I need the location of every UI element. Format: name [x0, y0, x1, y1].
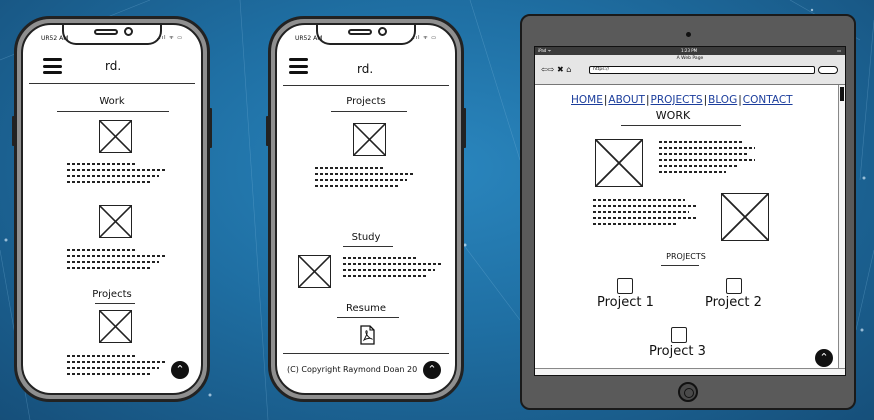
section-underline [95, 303, 135, 304]
browser-search-field[interactable] [818, 66, 838, 74]
placeholder-text-block [659, 141, 755, 177]
section-underline [343, 246, 393, 247]
phone-mockup-1: UR52 AM ..ıl ᯤ ▭ rd. Work Projects ⌃ [12, 16, 212, 402]
placeholder-text-block [593, 199, 697, 229]
section-underline [57, 111, 169, 112]
nav-link-blog[interactable]: BLOG [708, 94, 737, 106]
horizontal-scrollbar[interactable] [535, 368, 845, 375]
section-title-projects: Projects [92, 289, 132, 300]
placeholder-text-block [67, 355, 167, 379]
hamburger-menu-icon[interactable] [43, 58, 62, 74]
tablet-camera [686, 32, 691, 37]
copyright-text: (C) Copyright Raymond Doan 20 [287, 365, 418, 374]
status-time: 1:23 PM [681, 48, 698, 53]
phone-notch [316, 25, 416, 45]
status-icons: ..ıl ᯤ ▭ [156, 35, 183, 41]
nav-link-about[interactable]: ABOUT [608, 94, 645, 106]
scroll-to-top-button[interactable]: ⌃ [815, 349, 833, 367]
nav-link-projects[interactable]: PROJECTS [651, 94, 703, 106]
section-title-work: Work [99, 96, 125, 107]
phone-screen: UR52 AM ..ıl ᯤ ▭ rd. Work Projects ⌃ [21, 23, 203, 395]
image-placeholder [298, 255, 331, 288]
browser-page-title: A Web Page [676, 56, 704, 61]
section-title-projects: PROJECTS [666, 252, 706, 261]
section-title-study: Study [351, 232, 381, 243]
section-underline [621, 125, 741, 126]
image-placeholder [99, 205, 132, 238]
section-title-projects: Projects [346, 96, 386, 107]
status-time: UR52 AM [295, 35, 323, 42]
brand-logo[interactable]: rd. [357, 62, 373, 76]
web-page-content: HOME|ABOUT|PROJECTS|BLOG|CONTACT WORK PR… [535, 85, 845, 375]
section-underline [661, 265, 699, 266]
image-placeholder [721, 193, 769, 241]
url-input[interactable]: https:// [589, 66, 815, 74]
project-2-label[interactable]: Project 2 [705, 295, 762, 310]
footer-divider [283, 353, 449, 354]
section-underline [331, 111, 407, 112]
placeholder-text-block [67, 163, 167, 187]
image-placeholder [99, 120, 132, 153]
status-left: iPad ᯤ [538, 48, 552, 53]
section-title-resume: Resume [345, 303, 387, 314]
nav-link-home[interactable]: HOME [571, 94, 603, 106]
status-time: UR52 AM [41, 35, 69, 42]
phone-mockup-2: UR52 AM ..ıl ᯤ ▭ rd. Projects Study Resu… [266, 16, 466, 402]
tablet-mockup: iPad ᯤ 1:23 PM ▭ A Web Page ⇦⇨ ✖ ⌂ https… [520, 14, 856, 410]
scroll-to-top-button[interactable]: ⌃ [423, 361, 441, 379]
nav-link-contact[interactable]: CONTACT [743, 94, 793, 106]
image-placeholder [353, 123, 386, 156]
top-navigation: HOME|ABOUT|PROJECTS|BLOG|CONTACT [571, 94, 793, 106]
project-1-thumbnail[interactable] [617, 278, 633, 294]
brand-logo[interactable]: rd. [105, 59, 121, 73]
tablet-home-button[interactable] [678, 382, 698, 402]
placeholder-text-block [315, 167, 415, 191]
status-icons: ..ıl ᯤ ▭ [410, 35, 437, 41]
placeholder-text-block [343, 257, 443, 281]
scroll-to-top-button[interactable]: ⌃ [171, 361, 189, 379]
browser-toolbar: A Web Page ⇦⇨ ✖ ⌂ https:// [535, 55, 845, 85]
tablet-status-bar: iPad ᯤ 1:23 PM ▭ [535, 47, 845, 55]
project-1-label[interactable]: Project 1 [597, 295, 654, 310]
project-2-thumbnail[interactable] [726, 278, 742, 294]
header-divider [283, 85, 449, 86]
section-underline [337, 317, 399, 318]
project-3-label[interactable]: Project 3 [649, 344, 706, 359]
battery-icon: ▭ [837, 48, 841, 53]
section-title-work: WORK [655, 109, 691, 122]
placeholder-text-block [67, 249, 167, 273]
phone-screen: UR52 AM ..ıl ᯤ ▭ rd. Projects Study Resu… [275, 23, 457, 395]
tablet-screen: iPad ᯤ 1:23 PM ▭ A Web Page ⇦⇨ ✖ ⌂ https… [534, 46, 846, 376]
project-3-thumbnail[interactable] [671, 327, 687, 343]
image-placeholder [595, 139, 643, 187]
image-placeholder [99, 310, 132, 343]
phone-notch [62, 25, 162, 45]
browser-nav-buttons[interactable]: ⇦⇨ ✖ ⌂ [541, 65, 571, 74]
pdf-file-icon[interactable] [359, 325, 375, 345]
header-divider [29, 83, 195, 84]
hamburger-menu-icon[interactable] [289, 58, 308, 74]
